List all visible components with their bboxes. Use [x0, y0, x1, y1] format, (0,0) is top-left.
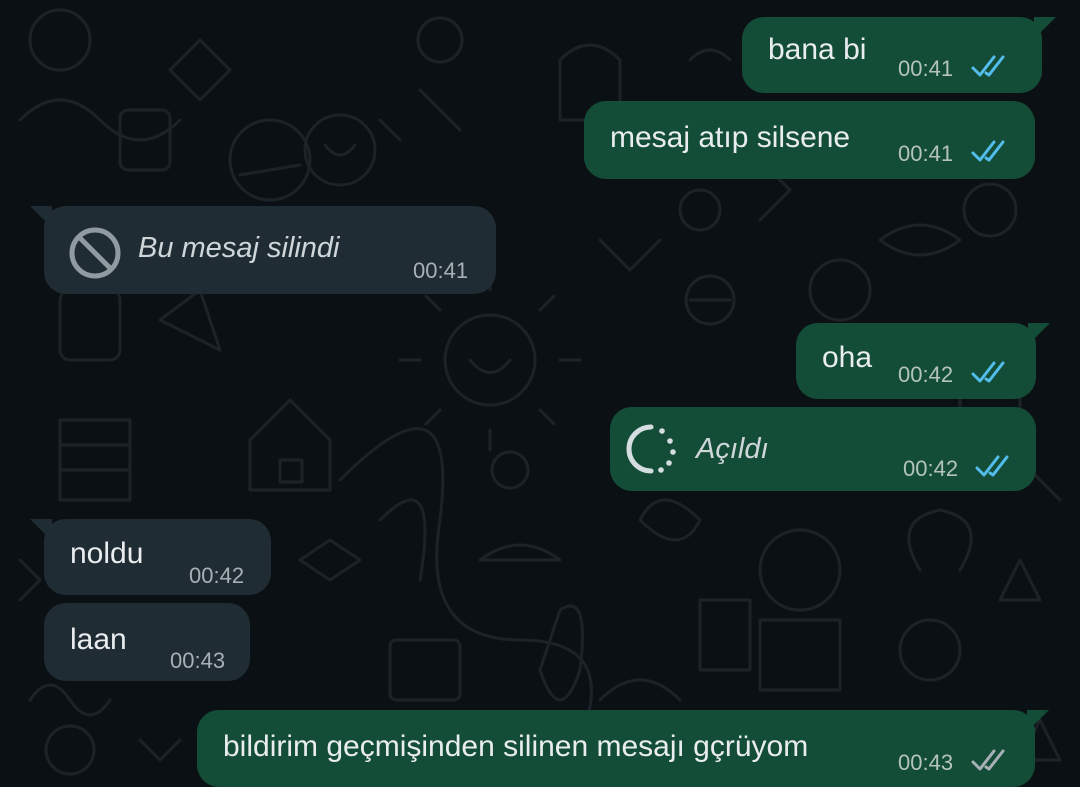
bubble-tail: [30, 206, 52, 228]
message-bubble-incoming-deleted[interactable]: Bu mesaj silindi 00:41: [30, 206, 496, 294]
message-bubble-outgoing-view-once[interactable]: Açıldı 00:42: [610, 407, 1036, 491]
read-ticks-icon: [975, 455, 1009, 477]
message-text: Bu mesaj silindi: [138, 232, 340, 264]
read-ticks-icon: [971, 140, 1005, 162]
message-bubble-outgoing[interactable]: oha 00:42: [796, 323, 1050, 399]
message-bubble-outgoing[interactable]: bana bi 00:41: [742, 17, 1056, 93]
message-bubble-outgoing[interactable]: bildirim geçmişinden silinen mesajı gçrü…: [197, 710, 1049, 787]
message-text: Açıldı: [696, 433, 769, 465]
message-text: laan: [70, 623, 127, 656]
bubble-tail: [1028, 323, 1050, 345]
delivered-ticks-icon: [971, 749, 1005, 771]
message-time: 00:42: [189, 563, 245, 588]
bubble-tail: [1034, 17, 1056, 39]
read-ticks-icon: [971, 55, 1005, 77]
message-time: 00:43: [898, 750, 954, 775]
message-bubble-outgoing[interactable]: mesaj atıp silsene 00:41: [584, 101, 1035, 179]
message-text: oha: [822, 341, 873, 374]
deleted-icon: [69, 227, 121, 279]
message-time: 00:41: [898, 56, 954, 81]
message-text: bana bi: [768, 33, 867, 66]
message-text: noldu: [70, 537, 144, 570]
view-once-opened-icon: [626, 424, 676, 474]
read-ticks-icon: [971, 361, 1005, 383]
bubble-tail: [30, 519, 52, 541]
message-time: 00:42: [903, 456, 959, 481]
message-time: 00:43: [170, 648, 226, 673]
message-time: 00:41: [898, 141, 954, 166]
message-time: 00:41: [413, 258, 469, 283]
chat-window: bana bi 00:41 mesaj atıp silsene 00:41 B…: [0, 0, 1080, 787]
message-time: 00:42: [898, 362, 954, 387]
message-text: bildirim geçmişinden silinen mesajı gçrü…: [223, 730, 809, 763]
message-bubble-incoming[interactable]: laan 00:43: [44, 603, 250, 681]
message-bubble-incoming[interactable]: noldu 00:42: [30, 519, 271, 595]
message-text: mesaj atıp silsene: [610, 121, 851, 154]
bubble-tail: [1027, 710, 1049, 732]
